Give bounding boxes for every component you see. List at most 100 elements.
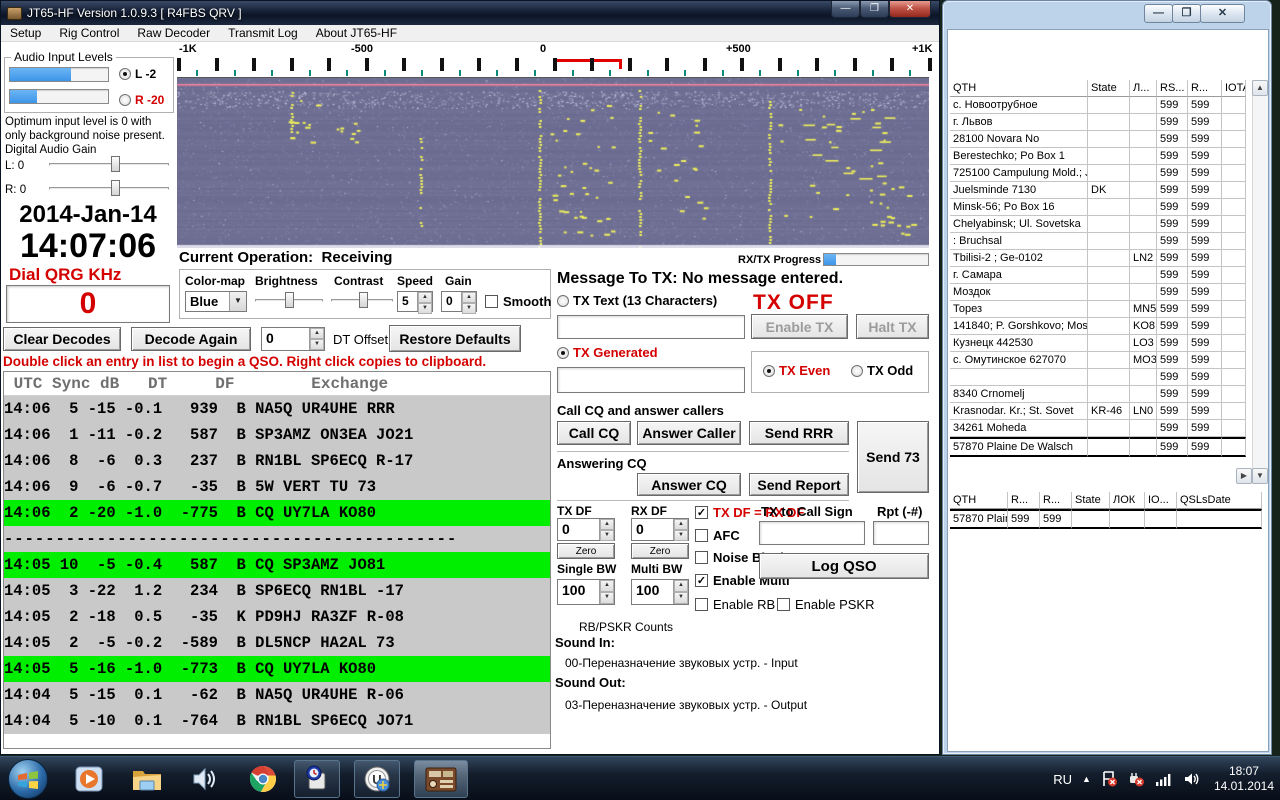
decode-row[interactable]: 14:05 10 -5 -0.4 587 B CQ SP3AMZ JO81 xyxy=(4,552,550,578)
smooth-checkbox[interactable]: Smooth xyxy=(485,294,551,309)
log-row[interactable]: 57870 Plaine De Walsch599599 xyxy=(950,437,1252,457)
log-row[interactable]: ТорезMN5599599 xyxy=(950,301,1252,318)
answer-cq-button[interactable]: Answer CQ xyxy=(637,473,741,496)
log-row[interactable]: 599599 xyxy=(950,369,1252,386)
log-row[interactable]: 8340 Crnomelj599599 xyxy=(950,386,1252,403)
log-row[interactable]: 34261 Moheda599599 xyxy=(950,420,1252,437)
colormap-dropdown[interactable]: Blue ▼ xyxy=(185,291,247,312)
chrome-icon[interactable] xyxy=(246,762,280,796)
gain-left-slider[interactable] xyxy=(49,155,169,173)
decode-row[interactable]: 14:05 2 -18 0.5 -35 K PD9HJ RA3ZF R-08 xyxy=(4,604,550,630)
log-row[interactable]: : Bruchsal599599 xyxy=(950,233,1252,250)
decode-row[interactable]: 14:06 1 -11 -0.2 587 B SP3AMZ ON3EA JO21 xyxy=(4,422,550,448)
column-header[interactable]: R... xyxy=(1008,492,1040,509)
menu-setup[interactable]: Setup xyxy=(1,25,50,41)
decode-row[interactable]: 14:04 5 -15 0.1 -62 B NA5Q UR4UHE R-06 xyxy=(4,682,550,708)
log-close-button[interactable]: ✕ xyxy=(1200,4,1245,23)
tx-odd-radio[interactable]: TX Odd xyxy=(851,363,913,378)
menu-transmit-log[interactable]: Transmit Log xyxy=(219,25,307,41)
scroll-down-icon[interactable]: ▼ xyxy=(1252,468,1268,484)
gain-spinner[interactable]: 0 ▲▼ xyxy=(441,291,477,312)
single-bw-spinner[interactable]: 100 ▲▼ xyxy=(557,579,615,605)
log-row[interactable]: Tbilisi-2 ; Ge-0102LN2599599 xyxy=(950,250,1252,267)
restore-defaults-button[interactable]: Restore Defaults xyxy=(389,325,521,352)
log-row[interactable]: Juelsminde 7130DK599599 xyxy=(950,182,1252,199)
log-table-selected[interactable]: QTHR...R...StateЛОКIO...QSLsDate57870 Pl… xyxy=(950,492,1268,529)
log-row[interactable]: Berestechko; Po Box 1599599 xyxy=(950,148,1252,165)
action-center-icon[interactable] xyxy=(1101,771,1118,787)
menu-rig-control[interactable]: Rig Control xyxy=(50,25,128,41)
speaker-icon[interactable] xyxy=(1183,771,1200,787)
clock[interactable]: 18:07 14.01.2014 xyxy=(1214,764,1274,794)
column-header[interactable]: QTH xyxy=(950,492,1008,509)
decode-row[interactable]: 14:04 5 -10 0.1 -764 B RN1BL SP6ECQ JO71 xyxy=(4,708,550,734)
enable-tx-button[interactable]: Enable TX xyxy=(751,314,848,339)
log-row[interactable]: 725100 Campulung Mold.; J599599 xyxy=(950,165,1252,182)
log-row[interactable]: Krasnodar. Kr.; St. SovetKR-46LN0599599 xyxy=(950,403,1252,420)
column-header[interactable]: IOTA xyxy=(1222,80,1246,97)
decode-row[interactable]: 14:05 5 -16 -1.0 -773 B CQ UY7LA KO80 xyxy=(4,656,550,682)
column-header[interactable]: R... xyxy=(1040,492,1072,509)
hidden-icons-icon[interactable]: ▲ xyxy=(1082,774,1091,784)
brightness-slider[interactable] xyxy=(255,291,323,309)
titlebar[interactable]: JT65-HF Version 1.0.9.3 [ R4FBS QRV ] — … xyxy=(1,1,939,25)
afc-checkbox[interactable]: AFC xyxy=(695,528,740,543)
tx-generated-input[interactable] xyxy=(558,368,744,392)
decode-row[interactable]: 14:05 3 -22 1.2 234 B SP6ECQ RN1BL -17 xyxy=(4,578,550,604)
column-header[interactable]: IO... xyxy=(1145,492,1177,509)
log-row[interactable]: Minsk-56; Po Box 16599599 xyxy=(950,199,1252,216)
log-row[interactable]: Chelyabinsk; Ul. Sovetska599599 xyxy=(950,216,1252,233)
rx-df-spinner[interactable]: 0 ▲▼ xyxy=(631,518,689,541)
signal-strength-icon[interactable] xyxy=(1155,772,1173,786)
column-header[interactable]: QSLsDate xyxy=(1177,492,1262,509)
menu-about-jt65-hf[interactable]: About JT65-HF xyxy=(307,25,406,41)
file-explorer-icon[interactable] xyxy=(130,762,164,796)
log-vscrollbar[interactable] xyxy=(1252,80,1268,484)
volume-mixer-icon[interactable] xyxy=(188,762,222,796)
decode-separator[interactable]: ----------------------------------------… xyxy=(4,526,550,552)
call-cq-button[interactable]: Call CQ xyxy=(557,421,631,445)
column-header[interactable]: State xyxy=(1072,492,1110,509)
contrast-slider[interactable] xyxy=(331,291,393,309)
decode-list[interactable]: UTC Sync dB DT DF Exchange 14:06 5 -15 -… xyxy=(3,371,551,749)
log-row[interactable]: 141840; P. Gorshkovo; MosKO8599599 xyxy=(950,318,1252,335)
tx-text-input[interactable] xyxy=(558,316,744,338)
decode-again-button[interactable]: Decode Again xyxy=(131,327,251,351)
tx-text-radio[interactable]: TX Text (13 Characters) xyxy=(557,293,717,308)
logger-app-icon[interactable] xyxy=(294,760,340,798)
log-maximize-button[interactable]: ❐ xyxy=(1172,4,1201,23)
log-row[interactable]: с. Омутинское 627070MO3599599 xyxy=(950,352,1252,369)
tx-even-radio[interactable]: TX Even xyxy=(763,363,830,378)
scroll-up-icon[interactable]: ▲ xyxy=(1252,80,1268,96)
log-row[interactable]: 57870 Plain599599 xyxy=(950,509,1268,529)
enable-rb-checkbox[interactable]: Enable RB xyxy=(695,597,775,612)
column-header[interactable]: Л... xyxy=(1130,80,1157,97)
language-indicator[interactable]: RU xyxy=(1053,772,1072,787)
send-73-button[interactable]: Send 73 xyxy=(857,421,929,493)
log-row[interactable]: с. Новоотрубное599599 xyxy=(950,97,1252,114)
waterfall-display[interactable] xyxy=(177,78,929,248)
rpt-input[interactable] xyxy=(874,522,928,544)
log-row[interactable]: 28100 Novara No599599 xyxy=(950,131,1252,148)
log-titlebar[interactable]: — ❐ ✕ xyxy=(943,1,1271,29)
maximize-button[interactable]: ❐ xyxy=(860,1,889,18)
gain-right-slider[interactable] xyxy=(49,179,169,197)
decode-row[interactable]: 14:06 5 -15 -0.1 939 B NA5Q UR4UHE RRR xyxy=(4,396,550,422)
enable-pskr-checkbox[interactable]: Enable PSKR xyxy=(777,597,875,612)
utility-app-icon[interactable]: U xyxy=(354,760,400,798)
log-row[interactable]: Кузнецк 442530LO3599599 xyxy=(950,335,1252,352)
tx-generated-radio[interactable]: TX Generated xyxy=(557,345,658,360)
answer-caller-button[interactable]: Answer Caller xyxy=(637,421,741,445)
column-header[interactable]: ЛОК xyxy=(1110,492,1145,509)
column-header[interactable]: QTH xyxy=(950,80,1088,97)
halt-tx-button[interactable]: Halt TX xyxy=(856,314,929,339)
rx-df-zero-button[interactable]: Zero xyxy=(631,543,689,559)
speed-spinner[interactable]: 5 ▲▼ xyxy=(397,291,433,312)
tx-to-call-input[interactable] xyxy=(760,522,864,544)
close-button[interactable]: ✕ xyxy=(889,1,931,18)
log-row[interactable]: г. Львов599599 xyxy=(950,114,1252,131)
log-qso-button[interactable]: Log QSO xyxy=(759,553,929,579)
media-player-icon[interactable] xyxy=(72,762,106,796)
jt65-taskbar-icon[interactable] xyxy=(414,760,468,798)
column-header[interactable]: RS... xyxy=(1157,80,1188,97)
